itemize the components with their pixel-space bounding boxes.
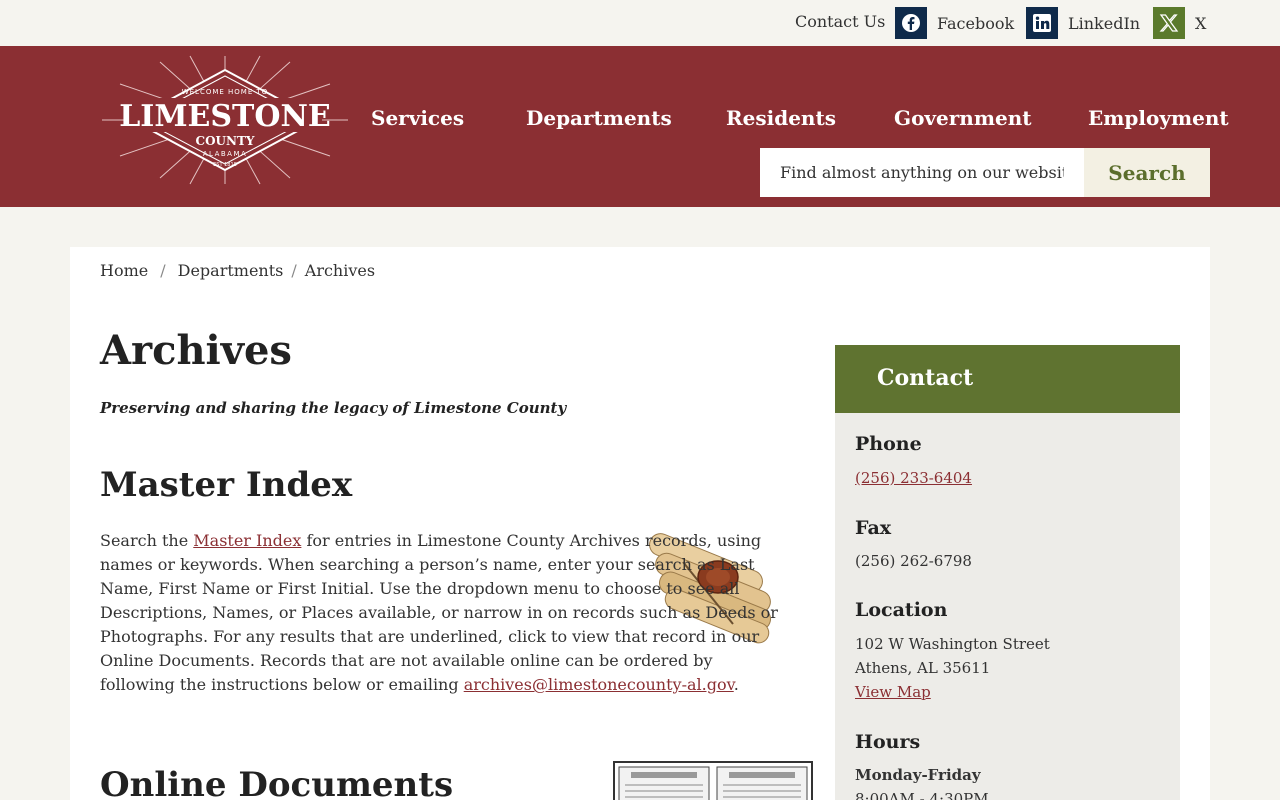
archives-email-link[interactable]: archives@limestonecounty-al.gov	[464, 675, 734, 694]
site-search-input[interactable]	[760, 148, 1084, 197]
master-index-link[interactable]: Master Index	[193, 531, 301, 550]
view-map-link[interactable]: View Map	[855, 683, 931, 701]
hours-days: Monday-Friday	[855, 766, 981, 784]
page-title: Archives	[100, 327, 292, 374]
logo-name-text: LIMESTONE	[119, 99, 331, 134]
logo-welcome-text: WELCOME HOME TO	[182, 88, 269, 96]
facebook-label: Facebook	[937, 13, 1015, 33]
fax-label: Fax	[855, 517, 892, 539]
x-icon	[1153, 7, 1185, 39]
main-content: Home / Departments / Archives Archives P…	[70, 247, 1210, 800]
nav-employment[interactable]: Employment	[1088, 106, 1229, 130]
nav-government[interactable]: Government	[894, 106, 1032, 130]
location-label: Location	[855, 599, 948, 621]
breadcrumb-separator: /	[291, 261, 297, 280]
nav-departments[interactable]: Departments	[526, 106, 672, 130]
logo-state-text: ALABAMA	[203, 150, 248, 158]
phone-link[interactable]: (256) 233-6404	[855, 469, 972, 487]
paragraph-end: .	[733, 675, 739, 694]
contact-heading: Contact	[835, 345, 1180, 413]
logo-est-text: EST 1818	[213, 162, 237, 168]
page-tagline: Preserving and sharing the legacy of Lim…	[100, 399, 567, 417]
hours-time: 8:00AM - 4:30PM	[855, 790, 989, 800]
paragraph-text: Search the	[100, 531, 194, 550]
utility-bar: Contact Us Facebook LinkedIn X	[0, 0, 1280, 46]
contact-us-link[interactable]: Contact Us	[795, 12, 885, 31]
paragraph-text: for entries in Limestone County Archives…	[100, 531, 778, 694]
linkedin-link[interactable]: LinkedIn	[1026, 7, 1140, 39]
address-line2: Athens, AL 35611	[855, 659, 991, 677]
linkedin-icon	[1026, 7, 1058, 39]
breadcrumb-home[interactable]: Home	[100, 261, 148, 280]
x-label: X	[1195, 13, 1207, 33]
nav-residents[interactable]: Residents	[726, 106, 836, 130]
breadcrumb-departments[interactable]: Departments	[178, 261, 284, 280]
nav-services[interactable]: Services	[371, 106, 464, 130]
online-documents-heading: Online Documents	[100, 765, 454, 800]
linkedin-label: LinkedIn	[1068, 13, 1141, 33]
address-line1: 102 W Washington Street	[855, 635, 1050, 653]
breadcrumb: Home / Departments / Archives	[100, 261, 375, 280]
contact-sidebar: Contact Phone (256) 233-6404 Fax (256) 2…	[835, 345, 1180, 800]
logo-county-text: COUNTY	[196, 134, 255, 148]
fax-value: (256) 262-6798	[855, 552, 972, 570]
search-button[interactable]: Search	[1084, 148, 1210, 197]
facebook-icon	[895, 7, 927, 39]
master-index-heading: Master Index	[100, 465, 353, 505]
breadcrumb-separator: /	[160, 261, 166, 280]
limestone-county-logo[interactable]: WELCOME HOME TO LIMESTONE COUNTY ALABAMA…	[100, 54, 350, 186]
facebook-link[interactable]: Facebook	[895, 7, 1014, 39]
hours-label: Hours	[855, 731, 921, 753]
x-link[interactable]: X	[1153, 7, 1206, 39]
phone-label: Phone	[855, 433, 922, 455]
breadcrumb-current: Archives	[304, 261, 376, 280]
marriage-license-document-image	[613, 761, 813, 800]
master-index-paragraph: Search the Master Index for entries in L…	[100, 529, 790, 697]
site-header: WELCOME HOME TO LIMESTONE COUNTY ALABAMA…	[0, 46, 1280, 207]
